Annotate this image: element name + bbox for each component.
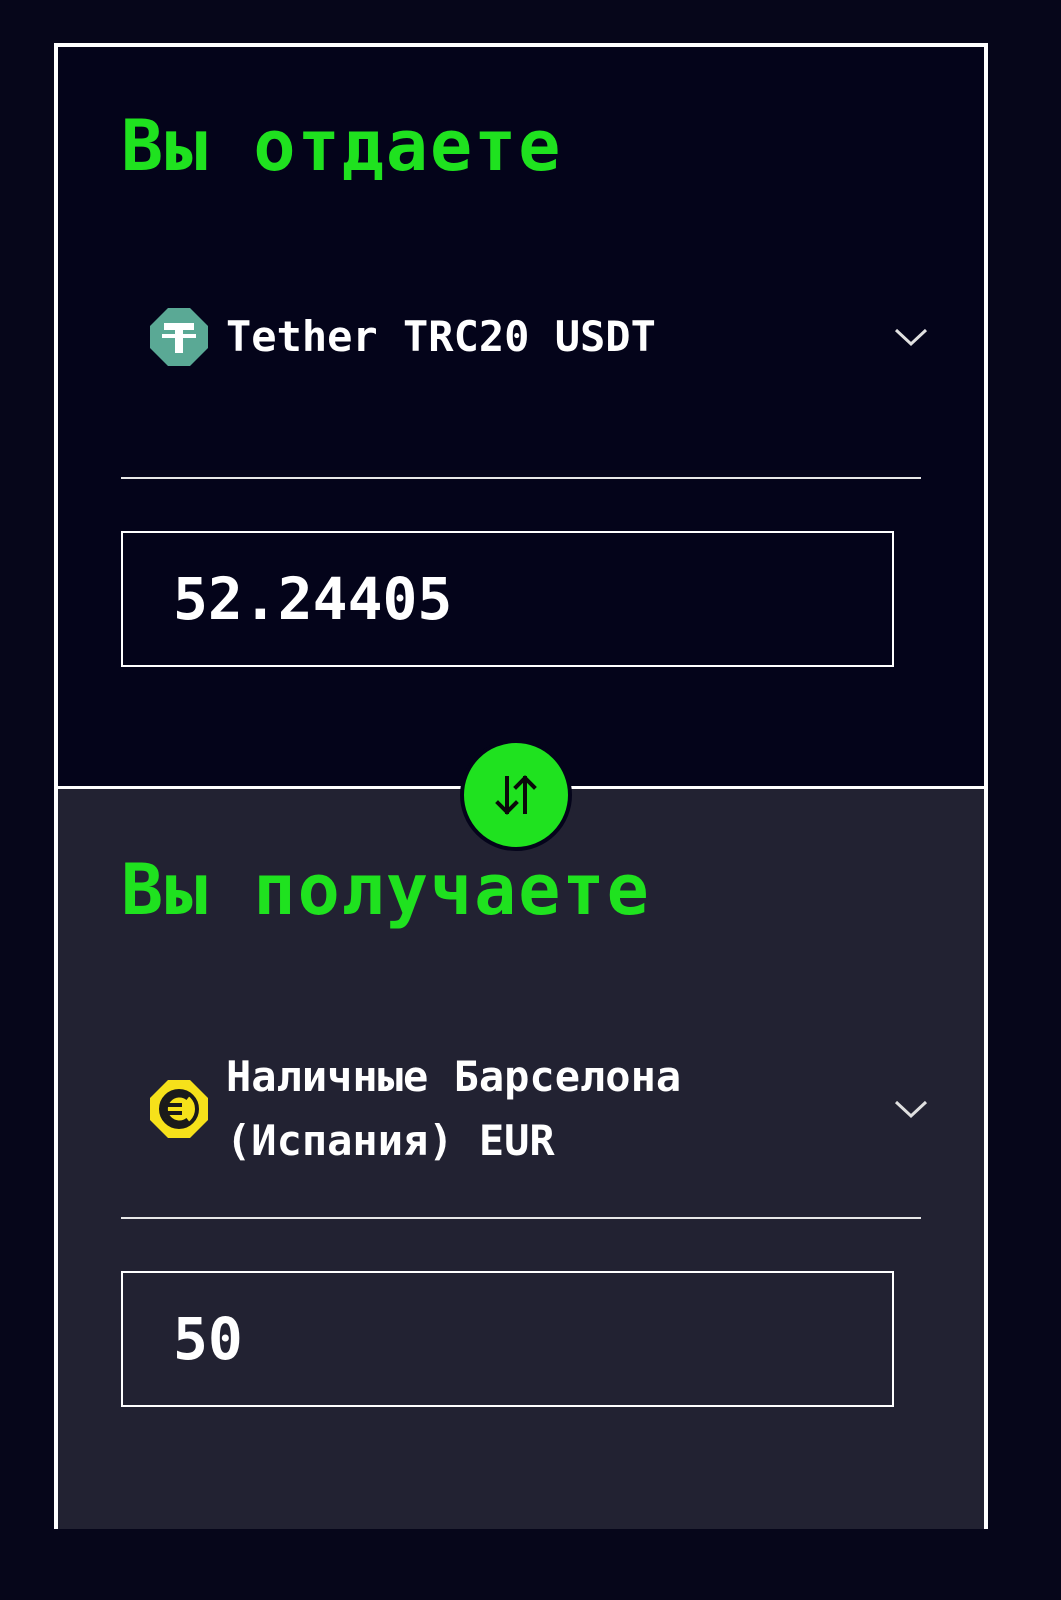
exchange-form: Вы отдаете Tether TRC20 USDT Вы получа — [54, 43, 988, 1529]
give-divider — [121, 477, 921, 479]
swap-arrows-icon — [485, 764, 547, 826]
get-title: Вы получаете — [121, 849, 651, 931]
give-currency-name: Tether TRC20 USDT — [226, 312, 656, 361]
give-panel: Вы отдаете Tether TRC20 USDT — [58, 47, 984, 786]
get-panel: Вы получаете Наличные Барселона (Испания… — [58, 786, 984, 1529]
chevron-down-icon[interactable] — [894, 327, 928, 347]
swap-button[interactable] — [460, 739, 572, 851]
get-currency-name: Наличные Барселона (Испания) EUR — [226, 1052, 682, 1165]
get-amount-input[interactable] — [121, 1271, 894, 1407]
chevron-down-icon[interactable] — [894, 1099, 928, 1119]
tether-icon — [148, 306, 210, 368]
get-divider — [121, 1217, 921, 1219]
give-amount-input[interactable] — [121, 531, 894, 667]
get-currency-select[interactable]: Наличные Барселона (Испания) EUR — [148, 1039, 928, 1179]
give-title: Вы отдаете — [121, 105, 563, 187]
give-currency-select[interactable]: Tether TRC20 USDT — [148, 302, 928, 372]
euro-icon — [148, 1078, 210, 1140]
